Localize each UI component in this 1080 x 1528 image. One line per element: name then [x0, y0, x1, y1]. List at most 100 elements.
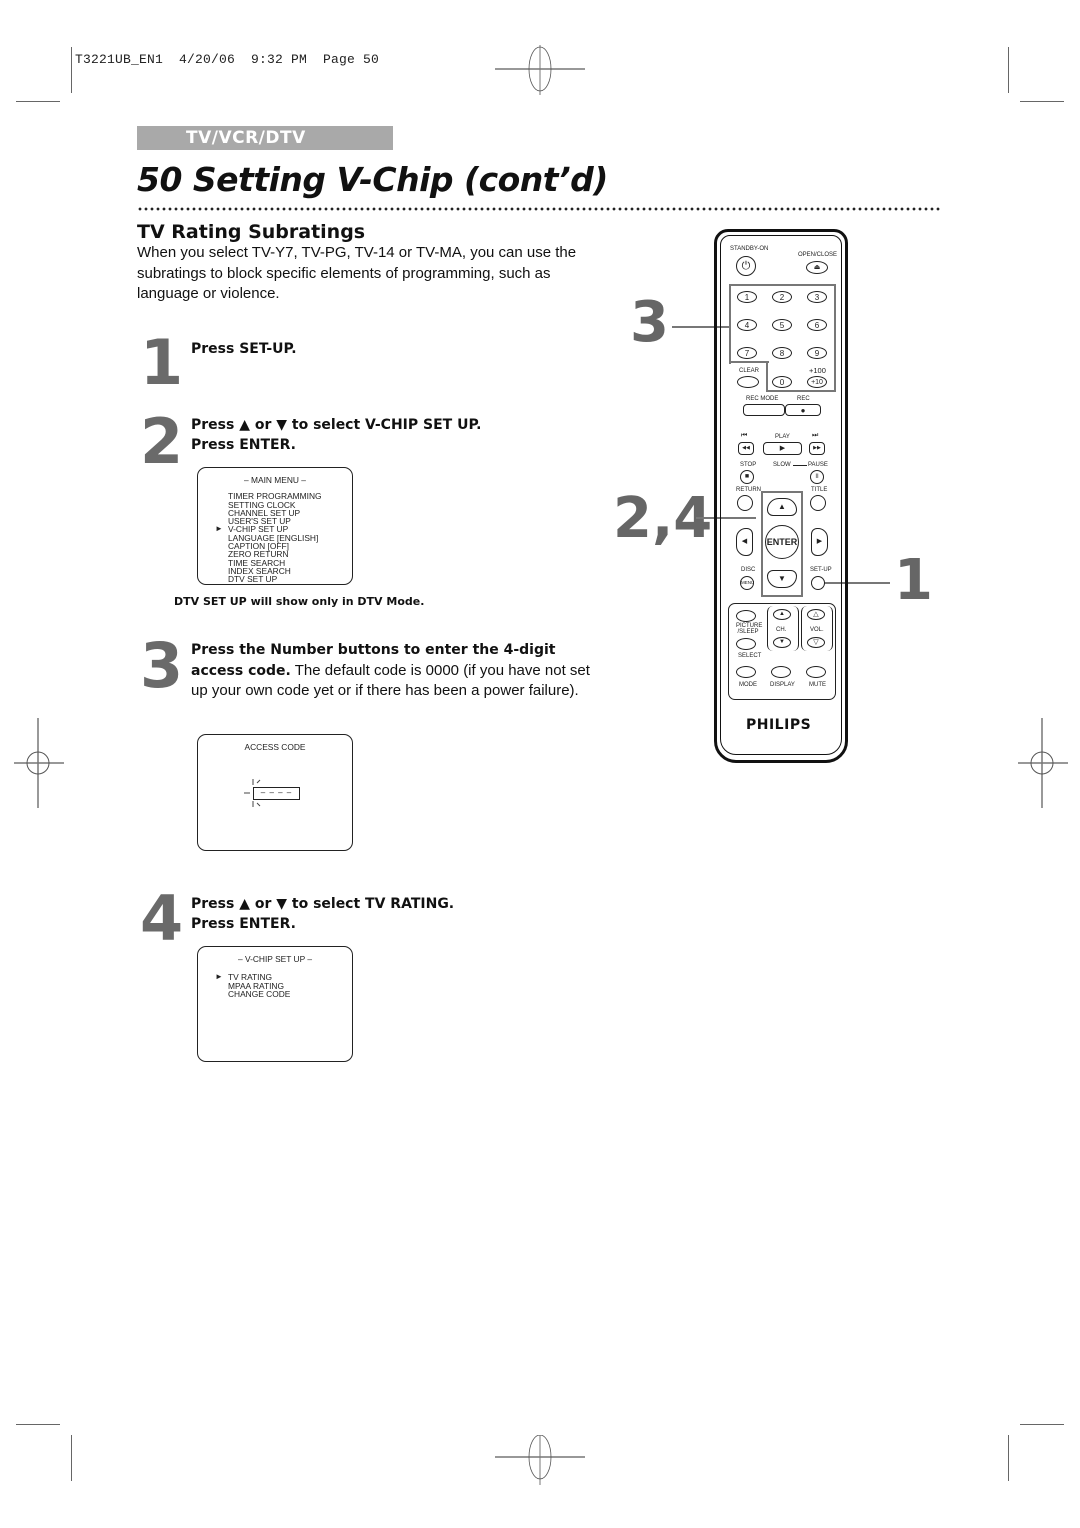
setup-button[interactable] [811, 576, 825, 590]
main-menu-header: – MAIN MENU – [244, 475, 306, 485]
callout-step-3: 3 [630, 290, 669, 355]
record-icon: ● [800, 406, 806, 415]
digit-button-9[interactable]: 9 [807, 347, 827, 359]
rec-button[interactable]: ● [785, 404, 821, 416]
step-3-number: 3 [140, 629, 184, 702]
rec-mode-button[interactable] [743, 404, 785, 416]
display-button[interactable] [771, 666, 791, 678]
play-label: PLAY [775, 434, 790, 440]
right-button[interactable]: ▶ [811, 528, 828, 556]
clear-button[interactable] [737, 376, 759, 388]
vol-label: VOL. [810, 627, 824, 633]
standby-label: STANDBY-ON [730, 246, 769, 252]
digit-button-2[interactable]: 2 [772, 291, 792, 303]
down-button[interactable]: ▼ [767, 570, 797, 588]
crop-mark [1020, 1424, 1064, 1425]
step-2-line-1: Press ▲ or ▼ to select V-CHIP SET UP. [191, 417, 482, 433]
return-label: RETURN [736, 487, 761, 493]
main-menu-list: TIMER PROGRAMMING SETTING CLOCK CHANNEL … [198, 492, 352, 583]
step-2-number: 2 [140, 405, 184, 478]
step-4-number: 4 [140, 882, 184, 955]
down-arrow-icon: ▼ [779, 639, 785, 645]
digit-button-6[interactable]: 6 [807, 319, 827, 331]
rewind-button[interactable]: ◀◀ [738, 442, 754, 455]
crop-mark [1008, 47, 1009, 93]
fast-forward-icon: ▶▶ [813, 445, 821, 451]
menu-item[interactable]: CHANGE CODE [198, 990, 352, 998]
slow-label: SLOW [773, 462, 791, 468]
digit-button-8[interactable]: 8 [772, 347, 792, 359]
digit-button-5[interactable]: 5 [772, 319, 792, 331]
open-close-label: OPEN/CLOSE [798, 252, 838, 258]
step-4-text: Press ▲ or ▼ to select TV RATING. Press … [191, 894, 454, 934]
mute-button[interactable] [806, 666, 826, 678]
select-label: SELECT [738, 653, 762, 659]
picture-sleep-button[interactable] [736, 610, 756, 622]
digit-button-1[interactable]: 1 [737, 291, 757, 303]
left-arrow-icon: ◀ [741, 538, 748, 545]
slow-line [793, 465, 807, 466]
select-button[interactable] [736, 638, 756, 650]
up-button[interactable]: ▲ [767, 498, 797, 516]
setup-label: SET-UP [810, 567, 832, 573]
title-label: TITLE [811, 487, 828, 493]
registration-mark-top [495, 45, 585, 95]
pause-button[interactable]: II [810, 470, 824, 484]
crop-mark [16, 101, 60, 102]
step-2-line-2: Press ENTER. [191, 437, 296, 453]
digit-button-3[interactable]: 3 [807, 291, 827, 303]
stop-label: STOP [740, 462, 757, 468]
vchip-setup-header: – V-CHIP SET UP – [237, 954, 312, 964]
step-2-text: Press ▲ or ▼ to select V-CHIP SET UP. Pr… [191, 415, 481, 455]
crop-mark [71, 47, 72, 93]
stop-icon: ■ [744, 473, 750, 480]
digit-button-7[interactable]: 7 [737, 347, 757, 359]
step-3-text: Press the Number buttons to enter the 4-… [191, 642, 590, 699]
selection-arrow-icon: ► [215, 524, 223, 534]
brand-logo: PHILIPS [746, 717, 812, 733]
up-arrow-icon: ▲ [779, 611, 785, 617]
plus100-label: +100 [809, 366, 826, 375]
pause-icon: II [815, 474, 819, 480]
registration-mark-left [14, 718, 64, 808]
step-4-line-2: Press ENTER. [191, 916, 296, 932]
mode-button[interactable] [736, 666, 756, 678]
disc-menu-button[interactable]: MENU [740, 576, 754, 590]
plus10-button[interactable]: +10 [807, 376, 827, 388]
menu-item[interactable]: DTV SET UP [198, 575, 352, 583]
step-1-number: 1 [140, 326, 184, 399]
step-1-text: Press SET-UP. [191, 339, 297, 359]
eject-icon: ⏏ [813, 264, 821, 271]
crop-mark [71, 1435, 72, 1481]
standby-button[interactable]: ⏻ [736, 256, 756, 276]
skip-back-icon: ⏮ [741, 432, 748, 439]
enter-button[interactable]: ENTER [765, 525, 799, 559]
left-button[interactable]: ◀ [736, 528, 753, 556]
selection-arrow-icon: ► [215, 972, 223, 982]
title-button[interactable] [810, 495, 826, 511]
vchip-menu-list: ► TV RATING MPAA RATING CHANGE CODE [198, 972, 352, 998]
open-close-button[interactable]: ⏏ [806, 261, 828, 274]
stop-button[interactable]: ■ [740, 470, 754, 484]
channel-up-button[interactable]: ▲ [773, 609, 791, 620]
volume-down-icon: ▽ [813, 639, 819, 646]
number-keypad-highlight-step [729, 361, 769, 364]
picture-sleep-label: PICTURE /SLEEP [736, 623, 763, 635]
page-title: 50 Setting V-Chip (cont’d) [137, 160, 608, 199]
digit-button-0[interactable]: 0 [772, 376, 792, 388]
volume-down-button[interactable]: ▽ [807, 637, 825, 648]
callout-step-1: 1 [894, 548, 933, 613]
digit-button-4[interactable]: 4 [737, 319, 757, 331]
play-button[interactable]: ▶ [763, 442, 802, 455]
subsection-title: TV Rating Subratings [137, 221, 366, 243]
volume-up-button[interactable]: △ [807, 609, 825, 620]
dtv-note: DTV SET UP will show only in DTV Mode. [174, 595, 425, 608]
mode-label: MODE [739, 682, 757, 688]
dotted-divider [137, 207, 942, 211]
pause-label: PAUSE [808, 462, 828, 468]
fast-forward-button[interactable]: ▶▶ [809, 442, 825, 455]
return-button[interactable] [737, 495, 753, 511]
channel-down-button[interactable]: ▼ [773, 637, 791, 648]
right-arrow-icon: ▶ [816, 538, 823, 545]
access-code-header: ACCESS CODE [244, 742, 306, 752]
